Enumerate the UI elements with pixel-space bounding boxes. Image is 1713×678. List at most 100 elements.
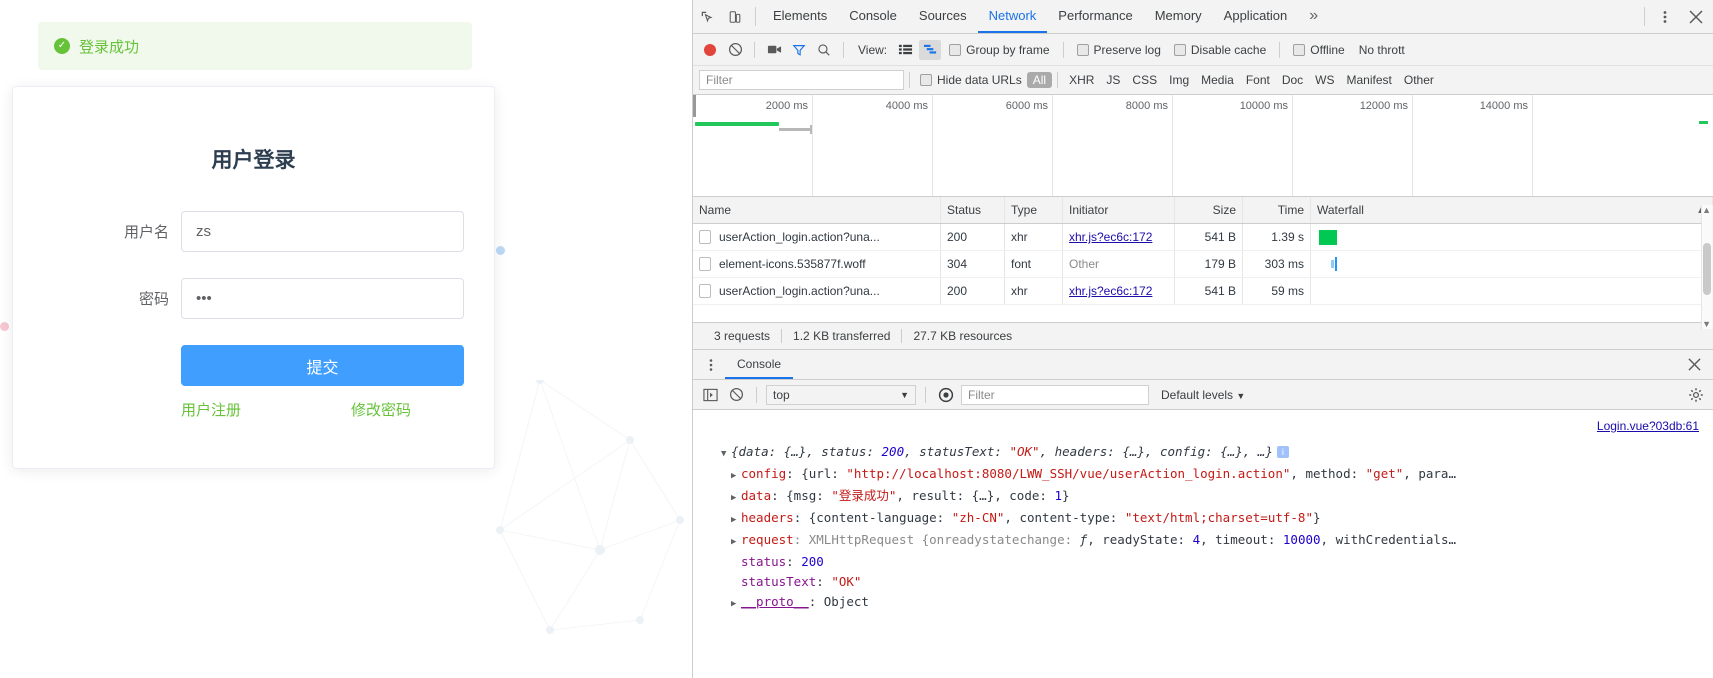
type-filter-font[interactable]: Font bbox=[1240, 72, 1276, 88]
type-filter-js[interactable]: JS bbox=[1100, 72, 1126, 88]
column-header-status[interactable]: Status bbox=[941, 197, 1005, 223]
type-filter-all[interactable]: All bbox=[1026, 72, 1053, 88]
clear-no-entry-icon[interactable] bbox=[724, 40, 746, 60]
request-checkbox-icon[interactable] bbox=[699, 284, 711, 298]
log-levels-select[interactable]: Default levels ▼ bbox=[1153, 388, 1253, 402]
console-log-root[interactable]: ▼ {data: {…}, status: 200, statusText: "O… bbox=[703, 442, 1703, 464]
live-expression-eye-icon[interactable] bbox=[935, 385, 957, 405]
column-header-size[interactable]: Size bbox=[1175, 197, 1243, 223]
preserve-log-checkbox[interactable]: Preserve log bbox=[1072, 43, 1166, 57]
tab-elements[interactable]: Elements bbox=[762, 0, 838, 33]
cell-size: 541 B bbox=[1175, 278, 1243, 304]
camera-icon[interactable] bbox=[763, 40, 785, 60]
request-checkbox-icon[interactable] bbox=[699, 257, 711, 271]
column-header-time[interactable]: Time bbox=[1243, 197, 1311, 223]
expand-triangle-icon[interactable]: ▶ bbox=[731, 488, 741, 508]
tab-memory[interactable]: Memory bbox=[1144, 0, 1213, 33]
table-row[interactable]: userAction_login.action?una... 200 xhr x… bbox=[693, 224, 1713, 251]
console-source-link[interactable]: Login.vue?03db:61 bbox=[1597, 416, 1699, 436]
drawer-tab-console[interactable]: Console bbox=[725, 350, 794, 379]
change-password-link[interactable]: 修改密码 bbox=[351, 399, 411, 420]
column-header-type[interactable]: Type bbox=[1005, 197, 1063, 223]
column-header-name[interactable]: Name bbox=[693, 197, 941, 223]
tab-performance[interactable]: Performance bbox=[1047, 0, 1143, 33]
table-row[interactable]: element-icons.535877f.woff 304 font Othe… bbox=[693, 251, 1713, 278]
gear-icon[interactable] bbox=[1685, 385, 1707, 405]
cell-name[interactable]: userAction_login.action?una... bbox=[693, 278, 941, 304]
console-filter-input[interactable] bbox=[961, 384, 1149, 405]
column-header-initiator[interactable]: Initiator bbox=[1063, 197, 1175, 223]
close-icon[interactable] bbox=[1679, 0, 1713, 33]
submit-button[interactable]: 提交 bbox=[181, 345, 464, 386]
type-filter-img[interactable]: Img bbox=[1163, 72, 1195, 88]
type-filter-manifest[interactable]: Manifest bbox=[1341, 72, 1398, 88]
cell-type: font bbox=[1005, 251, 1063, 277]
offline-checkbox[interactable]: Offline bbox=[1288, 43, 1349, 57]
cell-name[interactable]: userAction_login.action?una... bbox=[693, 224, 941, 250]
type-filter-ws[interactable]: WS bbox=[1309, 72, 1340, 88]
cell-waterfall bbox=[1311, 278, 1713, 304]
expand-triangle-icon[interactable]: ▶ bbox=[731, 510, 741, 530]
register-link[interactable]: 用户注册 bbox=[181, 399, 241, 420]
type-filter-doc[interactable]: Doc bbox=[1276, 72, 1309, 88]
cell-time: 59 ms bbox=[1243, 278, 1311, 304]
expand-triangle-icon[interactable]: ▼ bbox=[721, 444, 731, 464]
console-log-headers[interactable]: ▶ headers: {content-language: "zh-CN", co… bbox=[703, 508, 1703, 530]
request-checkbox-icon[interactable] bbox=[699, 230, 711, 244]
console-toolbar-divider-2 bbox=[925, 386, 926, 403]
expand-triangle-icon[interactable]: ▶ bbox=[731, 594, 741, 614]
type-filter-css[interactable]: CSS bbox=[1126, 72, 1163, 88]
initiator-link[interactable]: xhr.js?ec6c:172 bbox=[1069, 284, 1152, 298]
execution-context-select[interactable]: top ▼ bbox=[766, 384, 916, 405]
record-stop-icon[interactable] bbox=[699, 40, 721, 60]
cell-initiator[interactable]: xhr.js?ec6c:172 bbox=[1063, 224, 1175, 250]
disable-cache-checkbox[interactable]: Disable cache bbox=[1169, 43, 1271, 57]
type-filter-media[interactable]: Media bbox=[1195, 72, 1240, 88]
console-log-request[interactable]: ▶ request: XMLHttpRequest {onreadystatech… bbox=[703, 530, 1703, 552]
type-filter-xhr[interactable]: XHR bbox=[1063, 72, 1100, 88]
scroll-up-arrow-icon[interactable]: ▲ bbox=[1702, 205, 1711, 215]
search-icon[interactable] bbox=[813, 40, 835, 60]
console-log-proto[interactable]: ▶ __proto__: Object bbox=[703, 592, 1703, 614]
cell-initiator[interactable]: xhr.js?ec6c:172 bbox=[1063, 278, 1175, 304]
tab-sources[interactable]: Sources bbox=[908, 0, 978, 33]
network-overview-timeline[interactable]: 2000 ms 4000 ms 6000 ms 8000 ms 10000 ms… bbox=[693, 95, 1713, 197]
inspect-element-icon[interactable] bbox=[693, 0, 721, 33]
column-header-waterfall[interactable]: Waterfall ▲ bbox=[1311, 197, 1713, 223]
request-name: element-icons.535877f.woff bbox=[719, 257, 866, 271]
tab-console[interactable]: Console bbox=[838, 0, 908, 33]
log-headers-lang: "zh-CN" bbox=[951, 510, 1005, 525]
list-view-icon[interactable] bbox=[894, 40, 916, 60]
network-filter-input[interactable] bbox=[699, 70, 904, 90]
kebab-menu-icon[interactable] bbox=[1651, 0, 1679, 33]
tab-network[interactable]: Network bbox=[977, 0, 1048, 33]
scrollbar-thumb[interactable] bbox=[1703, 243, 1711, 295]
tab-application[interactable]: Application bbox=[1213, 0, 1299, 33]
scroll-down-arrow-icon[interactable]: ▼ bbox=[1702, 319, 1711, 329]
group-by-frame-checkbox[interactable]: Group by frame bbox=[944, 43, 1054, 57]
expand-triangle-icon[interactable]: ▶ bbox=[731, 532, 741, 552]
funnel-icon[interactable] bbox=[788, 40, 810, 60]
log-headers-mid: , content-type: bbox=[1004, 510, 1125, 525]
expand-triangle-icon[interactable]: ▶ bbox=[731, 466, 741, 486]
kebab-menu-icon[interactable] bbox=[697, 350, 725, 379]
show-sidebar-icon[interactable] bbox=[699, 385, 721, 405]
table-row[interactable]: userAction_login.action?una... 200 xhr x… bbox=[693, 278, 1713, 305]
console-log-data[interactable]: ▶ data: {msg: "登录成功", result: {…}, code: … bbox=[703, 486, 1703, 508]
type-filter-other[interactable]: Other bbox=[1398, 72, 1440, 88]
password-input[interactable] bbox=[181, 278, 464, 319]
decor-dot-blue bbox=[496, 246, 505, 255]
throttling-select[interactable]: No thrott bbox=[1359, 43, 1405, 57]
username-input[interactable] bbox=[181, 211, 464, 252]
log-statustext-value: "OK" bbox=[831, 574, 862, 589]
device-toolbar-icon[interactable] bbox=[721, 0, 749, 33]
cell-name[interactable]: element-icons.535877f.woff bbox=[693, 251, 941, 277]
close-icon[interactable] bbox=[1683, 358, 1705, 371]
tabs-overflow-chevron-icon[interactable]: » bbox=[1298, 0, 1329, 33]
waterfall-scrollbar[interactable]: ▲ ▼ bbox=[1701, 205, 1713, 329]
clear-console-icon[interactable] bbox=[725, 385, 747, 405]
waterfall-view-icon[interactable] bbox=[919, 39, 942, 60]
console-log-config[interactable]: ▶ config: {url: "http://localhost:8080/LW… bbox=[703, 464, 1703, 486]
initiator-link[interactable]: xhr.js?ec6c:172 bbox=[1069, 230, 1152, 244]
hide-data-urls-checkbox[interactable]: Hide data URLs bbox=[915, 73, 1027, 87]
